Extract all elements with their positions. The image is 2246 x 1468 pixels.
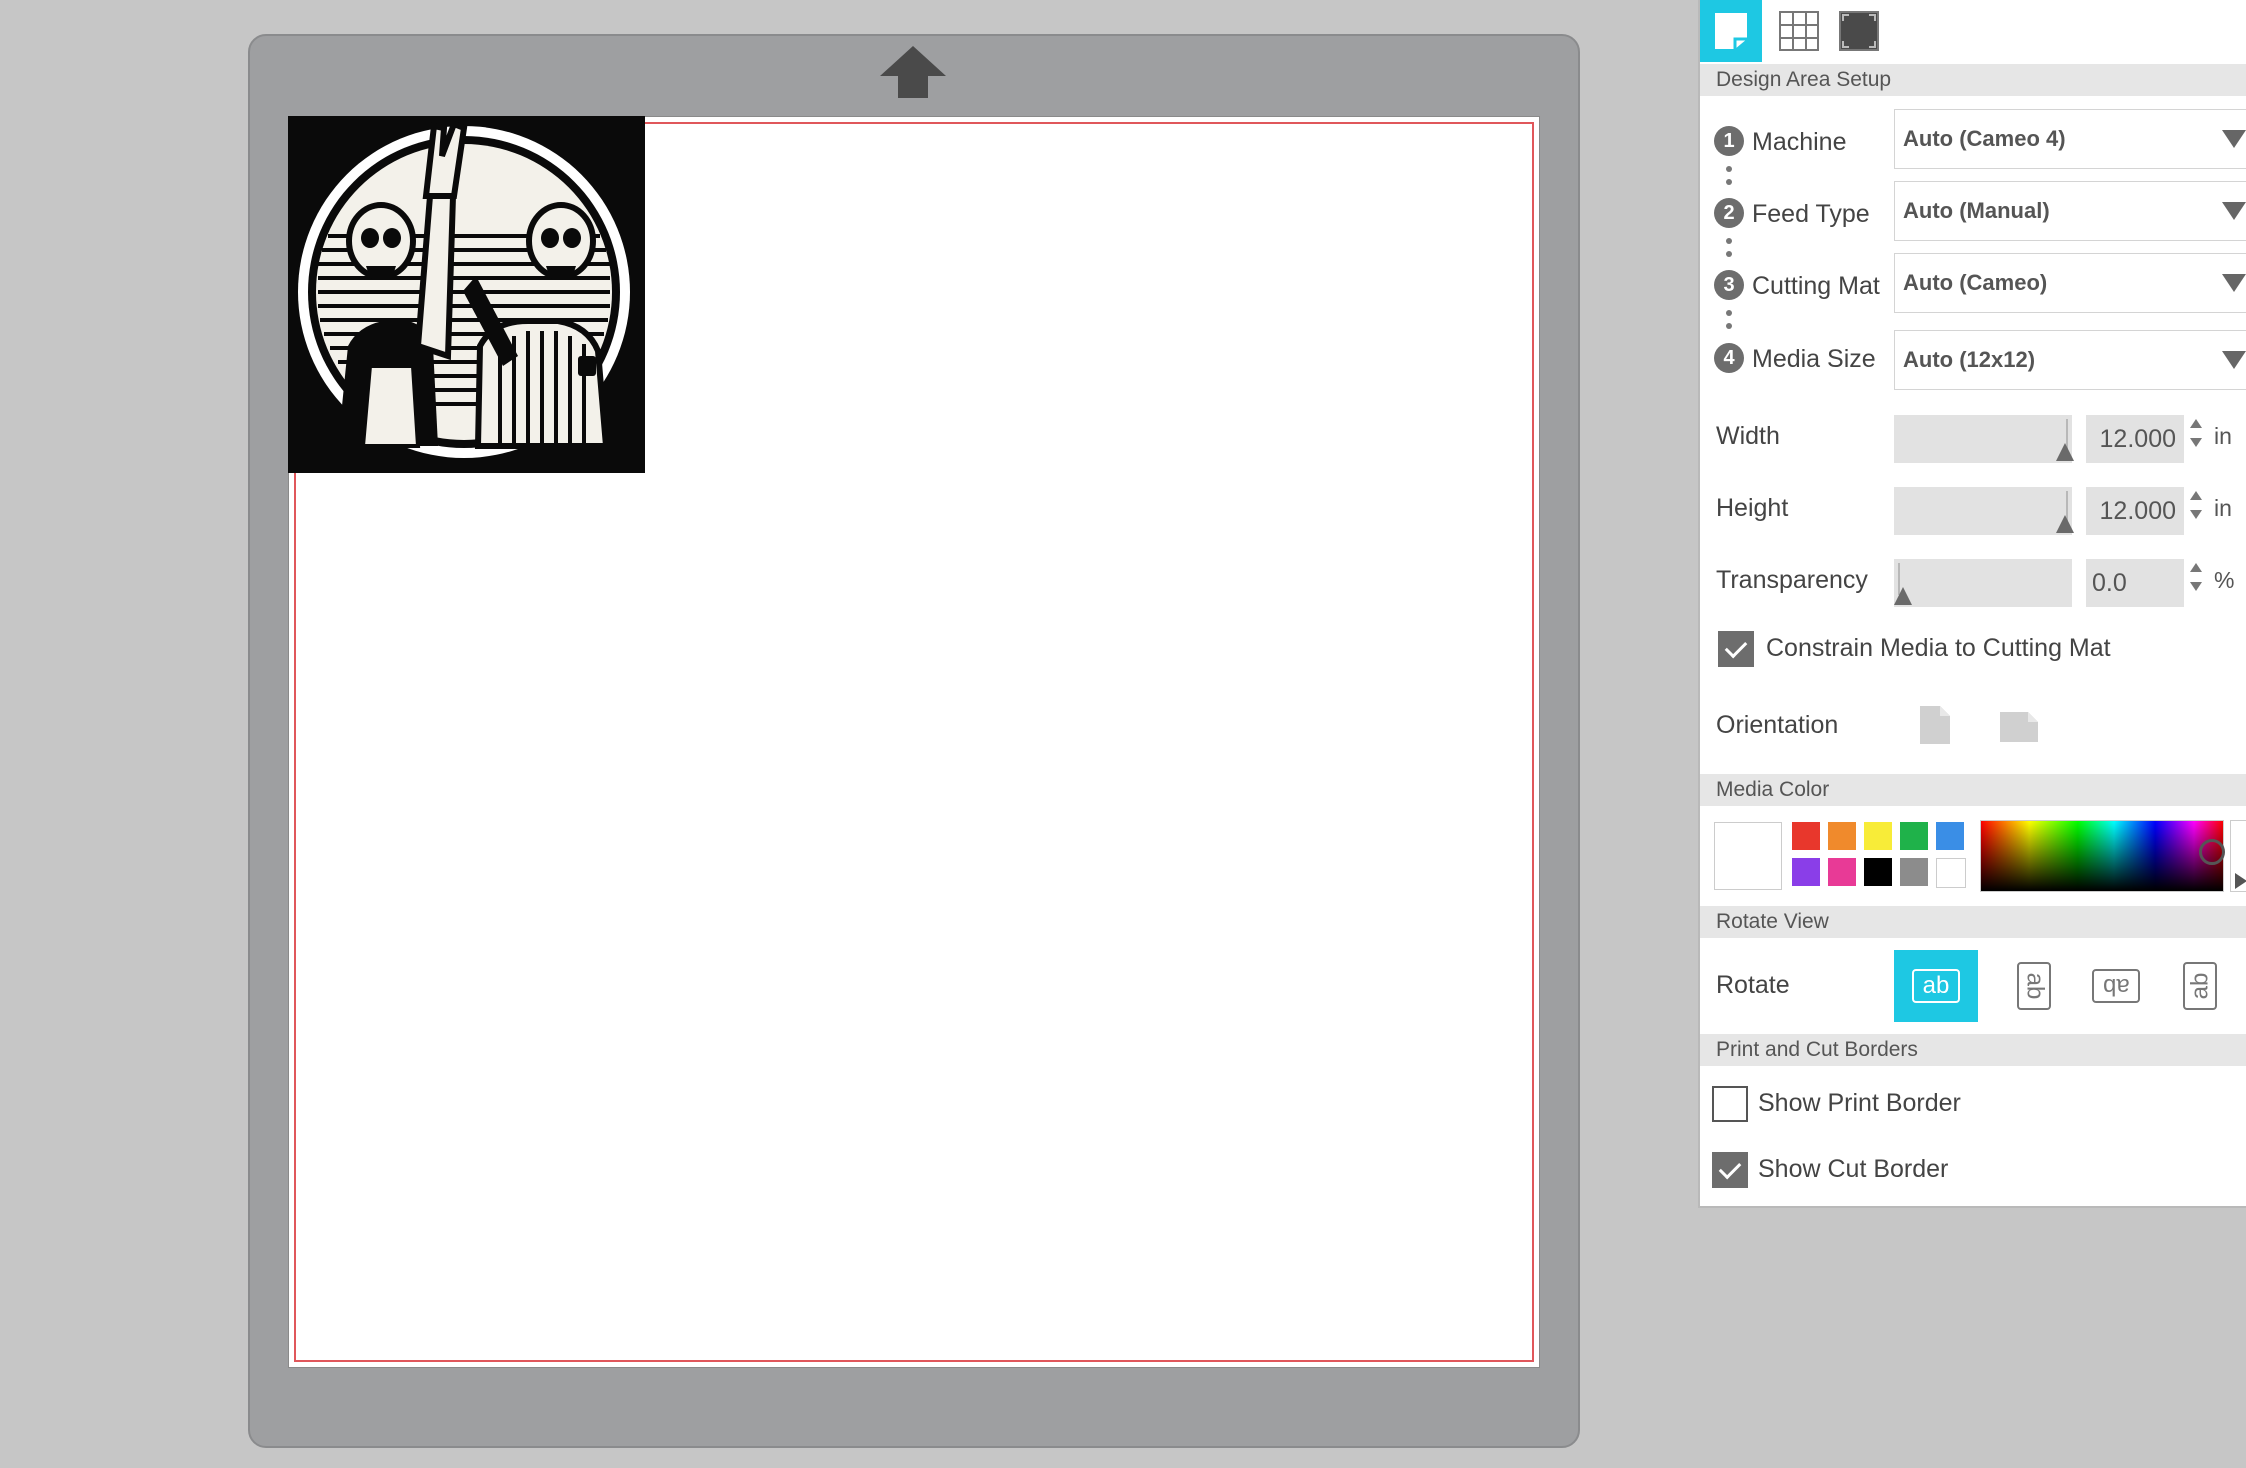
color-swatch[interactable] bbox=[1828, 858, 1856, 886]
chevron-down-icon bbox=[2222, 351, 2246, 369]
machine-value: Auto (Cameo 4) bbox=[1903, 126, 2066, 151]
cut-border-icon bbox=[1839, 11, 1879, 51]
feed-type-select[interactable]: Auto (Manual) bbox=[1894, 181, 2246, 241]
step-4-badge: 4 bbox=[1714, 343, 1744, 373]
play-triangle-icon bbox=[2235, 873, 2246, 889]
rotate-view-icon: ab bbox=[2092, 969, 2140, 1003]
color-picker-handle[interactable] bbox=[2199, 839, 2225, 865]
width-input[interactable]: 12.000 bbox=[2086, 415, 2184, 463]
rotate-0-button[interactable]: ab bbox=[1894, 950, 1978, 1022]
tab-page-setup[interactable] bbox=[1700, 0, 1762, 62]
transparency-unit: % bbox=[2214, 567, 2235, 593]
section-media-color: Media Color bbox=[1700, 774, 2246, 806]
constrain-media-label: Constrain Media to Cutting Mat bbox=[1766, 634, 2111, 662]
grid-icon bbox=[1779, 11, 1819, 51]
rotate-view-icon: ab bbox=[2017, 962, 2051, 1010]
page-setup-icon bbox=[1715, 13, 1747, 49]
color-swatch[interactable] bbox=[1864, 822, 1892, 850]
current-media-color[interactable] bbox=[1714, 822, 1782, 890]
rotate-view-icon: ab bbox=[2183, 962, 2217, 1010]
show-print-border-checkbox[interactable] bbox=[1712, 1086, 1748, 1122]
feed-direction-arrow-icon bbox=[880, 46, 946, 98]
machine-select[interactable]: Auto (Cameo 4) bbox=[1894, 109, 2246, 169]
step-connector bbox=[1726, 310, 1732, 336]
rotate-label-text: ab bbox=[2020, 972, 2048, 1000]
slider-thumb[interactable] bbox=[1894, 587, 1912, 605]
height-unit: in bbox=[2214, 495, 2232, 521]
media-size-label: Media Size bbox=[1752, 345, 1876, 373]
color-spectrum-picker[interactable] bbox=[1980, 820, 2225, 892]
feed-type-label: Feed Type bbox=[1752, 200, 1870, 228]
rotate-label-text: ab bbox=[2185, 972, 2213, 1000]
rotate-180-button[interactable]: ab bbox=[2074, 950, 2158, 1022]
height-input[interactable]: 12.000 bbox=[2086, 487, 2184, 535]
rotate-view-icon: ab bbox=[1912, 969, 1960, 1003]
step-3-badge: 3 bbox=[1714, 270, 1744, 300]
constrain-media-checkbox[interactable] bbox=[1718, 631, 1754, 667]
rotate-270-button[interactable]: ab bbox=[2158, 950, 2242, 1022]
height-label: Height bbox=[1716, 494, 1789, 522]
rotate-label: Rotate bbox=[1716, 971, 1790, 999]
design-image[interactable] bbox=[288, 116, 645, 473]
section-rotate-view: Rotate View bbox=[1700, 906, 2246, 938]
height-stepper[interactable] bbox=[2188, 489, 2204, 533]
cutting-mat-value: Auto (Cameo) bbox=[1903, 270, 2048, 295]
slider-thumb[interactable] bbox=[2056, 515, 2074, 533]
panel-tabs bbox=[1700, 0, 2246, 62]
transparency-label: Transparency bbox=[1716, 566, 1868, 594]
media-size-value: Auto (12x12) bbox=[1903, 347, 2036, 372]
rotate-label-text: ab bbox=[1922, 972, 1950, 999]
tab-grid[interactable] bbox=[1768, 0, 1830, 62]
width-unit: in bbox=[2214, 423, 2232, 449]
chevron-down-icon bbox=[2222, 202, 2246, 220]
section-print-cut-borders: Print and Cut Borders bbox=[1700, 1034, 2246, 1066]
page-setup-panel: Design Area Setup 1 Machine Auto (Cameo … bbox=[1698, 0, 2246, 1208]
step-2-badge: 2 bbox=[1714, 198, 1744, 228]
feed-type-value: Auto (Manual) bbox=[1903, 198, 2050, 223]
color-swatch[interactable] bbox=[1900, 858, 1928, 886]
step-1-badge: 1 bbox=[1714, 126, 1744, 156]
width-slider[interactable] bbox=[1894, 415, 2074, 463]
chevron-down-icon bbox=[2222, 130, 2246, 148]
rotate-label-text: ab bbox=[2102, 973, 2130, 1000]
color-swatch[interactable] bbox=[1792, 822, 1820, 850]
color-swatch[interactable] bbox=[1936, 858, 1966, 888]
chevron-down-icon bbox=[2222, 274, 2246, 292]
section-design-area-setup: Design Area Setup bbox=[1700, 64, 2246, 96]
machine-label: Machine bbox=[1752, 128, 1847, 156]
transparency-input[interactable]: 0.0 bbox=[2086, 559, 2184, 607]
rotate-90-button[interactable]: ab bbox=[1992, 950, 2076, 1022]
media-size-select[interactable]: Auto (12x12) bbox=[1894, 330, 2246, 390]
height-slider[interactable] bbox=[1894, 487, 2074, 535]
cutting-mat-label: Cutting Mat bbox=[1752, 272, 1880, 300]
show-print-border-label: Show Print Border bbox=[1758, 1089, 1961, 1117]
step-connector bbox=[1726, 238, 1732, 264]
portrait-icon[interactable] bbox=[1918, 704, 1952, 746]
color-swatch[interactable] bbox=[1900, 822, 1928, 850]
color-swatch[interactable] bbox=[1792, 858, 1820, 886]
more-colors-button[interactable] bbox=[2230, 820, 2246, 892]
show-cut-border-label: Show Cut Border bbox=[1758, 1155, 1949, 1183]
show-cut-border-checkbox[interactable] bbox=[1712, 1152, 1748, 1188]
cutting-mat-select[interactable]: Auto (Cameo) bbox=[1894, 253, 2246, 313]
color-swatch[interactable] bbox=[1936, 822, 1964, 850]
color-swatch[interactable] bbox=[1864, 858, 1892, 886]
width-label: Width bbox=[1716, 422, 1780, 450]
transparency-stepper[interactable] bbox=[2188, 561, 2204, 605]
landscape-icon[interactable] bbox=[1998, 710, 2040, 744]
color-swatch[interactable] bbox=[1828, 822, 1856, 850]
transparency-slider[interactable] bbox=[1894, 559, 2072, 607]
step-connector bbox=[1726, 166, 1732, 192]
width-stepper[interactable] bbox=[2188, 417, 2204, 461]
slider-thumb[interactable] bbox=[2056, 443, 2074, 461]
orientation-label: Orientation bbox=[1716, 711, 1839, 739]
tab-cut-border[interactable] bbox=[1828, 0, 1890, 62]
